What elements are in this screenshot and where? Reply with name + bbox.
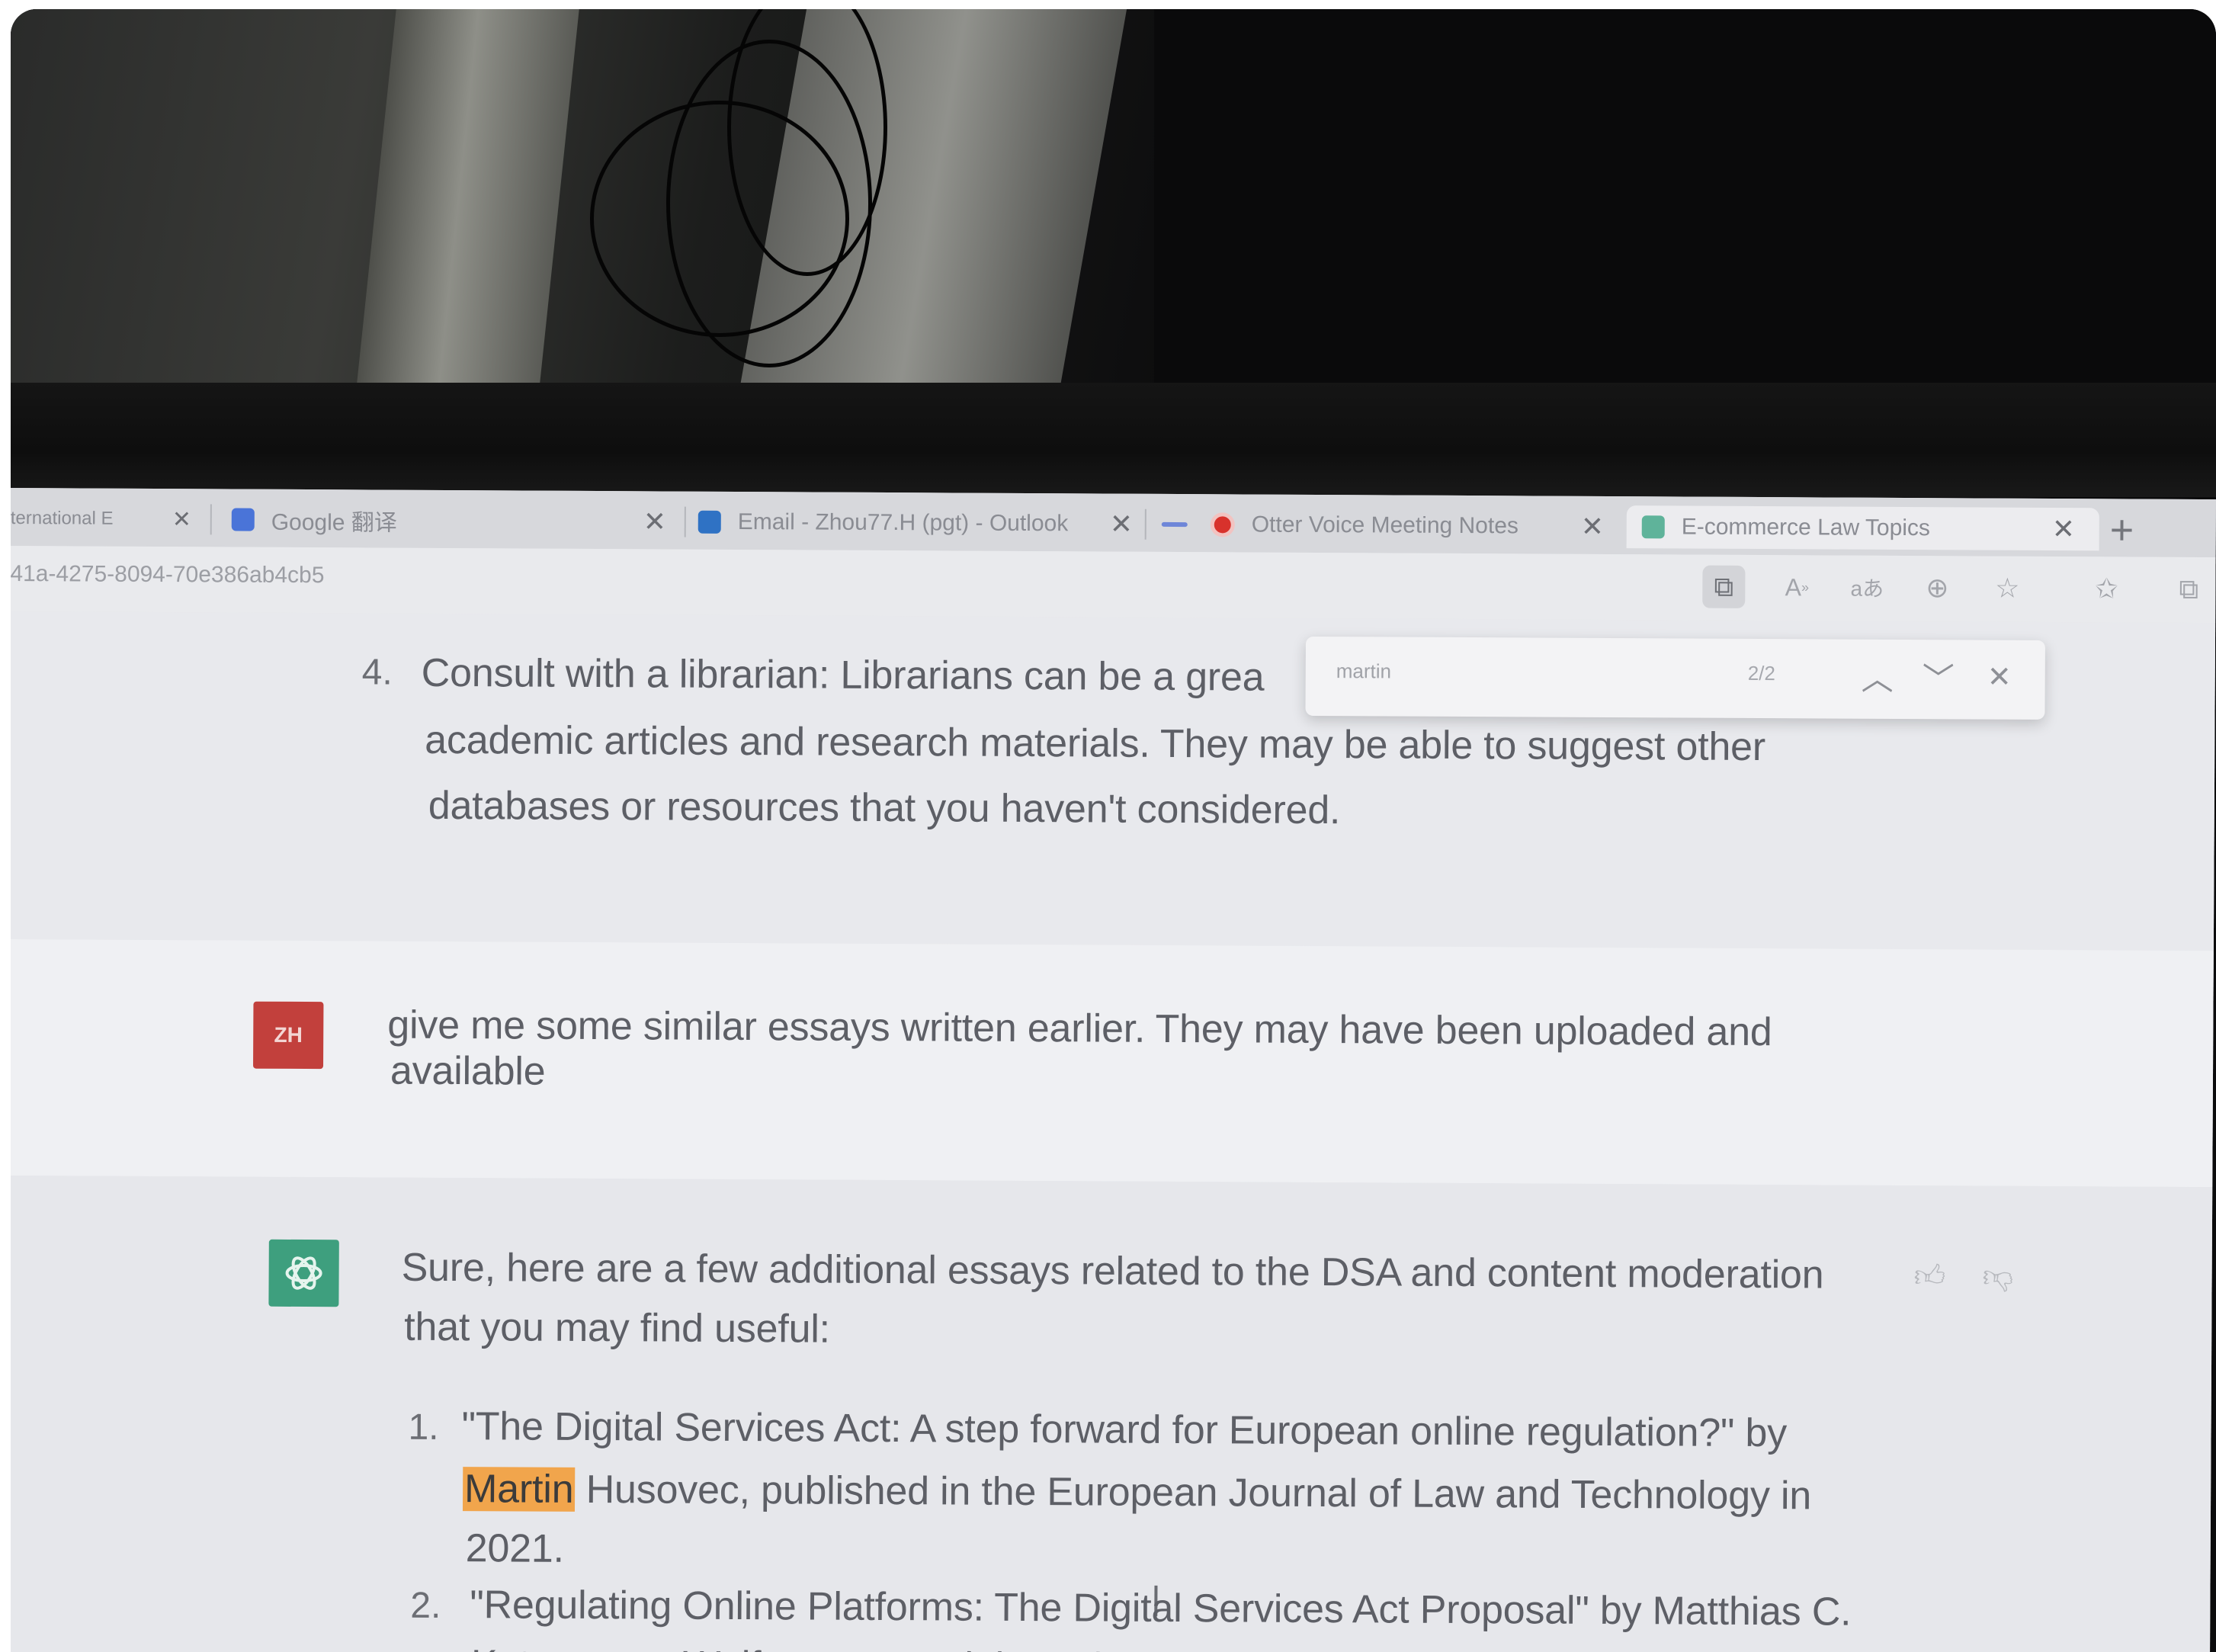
address-bar: 41a-4275-8094-70e386ab4cb5 ⧉ A» aあ ⊕ ☆ ✩… (11, 545, 2216, 624)
cable (590, 101, 849, 337)
user-avatar: ZH (253, 1001, 324, 1070)
list-item-text: "The Digital Services Act: A step forwar… (461, 1404, 1788, 1456)
tab-ecommerce-law[interactable]: E-commerce Law Topics ✕ (1626, 505, 2099, 551)
tab-close-button[interactable]: ✕ (1581, 511, 1604, 543)
list-item-text: Consult with a librarian: Librarians can… (421, 650, 1265, 700)
favorites-icon[interactable]: ✩ (2085, 567, 2128, 610)
chatgpt-icon (1641, 515, 1665, 539)
tab-label: Otter Voice Meeting Notes (1251, 512, 1519, 539)
chatgpt-logo-icon (268, 1239, 339, 1307)
list-item-text: 2021. (465, 1526, 565, 1571)
translate-icon[interactable]: aあ (1846, 566, 1888, 609)
tab-close-button[interactable]: ✕ (172, 506, 191, 533)
list-number: 4. (361, 652, 393, 693)
tab-close-button[interactable]: ✕ (1110, 508, 1133, 541)
zoom-icon[interactable]: ⊕ (1916, 566, 1958, 609)
tab-international[interactable]: ternational E ✕ (11, 497, 209, 541)
list-number: 1. (408, 1407, 439, 1448)
user-message-text: give me some similar essays written earl… (387, 1002, 1772, 1055)
find-input[interactable]: martin (1336, 659, 1391, 683)
assistant-message-text: that you may find useful: (404, 1304, 831, 1352)
tab-separator (210, 504, 212, 535)
app-available-icon[interactable]: ⧉ (1702, 565, 1746, 608)
chat-content: 4. Consult with a librarian: Librarians … (11, 611, 2216, 1652)
user-message (11, 938, 2214, 1188)
tab-label: E-commerce Law Topics (1681, 514, 1931, 541)
sync-dash-icon (1161, 521, 1188, 528)
tab-google-translate[interactable]: Google 翻译 ✕ (231, 499, 681, 544)
otter-record-icon (1210, 512, 1235, 537)
list-item-text-rest: Husovec, published in the European Journ… (575, 1467, 1812, 1519)
translate-icon (231, 508, 255, 531)
tab-separator (684, 506, 686, 537)
list-item-text: databases or resources that you haven't … (428, 783, 1341, 833)
tab-close-button[interactable]: ✕ (643, 505, 666, 537)
user-message-text: available (390, 1048, 546, 1094)
find-close-button[interactable]: ✕ (1977, 654, 2022, 700)
find-match-count: 2/2 (1747, 661, 1775, 685)
tab-otter[interactable]: Otter Voice Meeting Notes ✕ (1161, 503, 1611, 548)
photo-frame: ternational E ✕ Google 翻译 ✕ Email - Zhou… (11, 9, 2216, 1652)
collections-icon[interactable]: ⧉ (2167, 568, 2210, 611)
thumbs-up-icon[interactable]: 👍︎ (1913, 1258, 1946, 1294)
tab-close-button[interactable]: ✕ (2052, 513, 2075, 545)
tab-label: Google 翻译 (271, 509, 397, 536)
list-item-text: "Regulating Online Platforms: The Digita… (470, 1583, 1852, 1634)
list-number: 2. (410, 1585, 441, 1626)
tab-separator (1144, 508, 1146, 540)
list-item-text: academic articles and research materials… (425, 717, 1766, 770)
assistant-message-text: Sure, here are a few additional essays r… (401, 1245, 1824, 1298)
list-item-text: Martin Husovec, published in the Europea… (462, 1466, 1812, 1519)
find-match-highlight: Martin (462, 1467, 576, 1512)
add-favorite-icon[interactable]: ☆ (1986, 567, 2028, 610)
find-in-page-bar: martin 2/2 ︿ ﹀ ✕ (1305, 636, 2045, 720)
tab-outlook[interactable]: Email - Zhou77.H (pgt) - Outlook ✕ (698, 501, 1140, 546)
read-aloud-icon[interactable]: A» (1775, 566, 1818, 608)
browser-screen: ternational E ✕ Google 翻译 ✕ Email - Zhou… (11, 488, 2216, 1652)
new-tab-button[interactable]: + (2110, 506, 2134, 553)
find-previous-button[interactable]: ︿ (1855, 653, 1900, 699)
outlook-icon (698, 510, 721, 534)
tab-label: ternational E (11, 507, 114, 529)
tab-label: Email - Zhou77.H (pgt) - Outlook (737, 508, 1069, 537)
monitor-bezel (11, 383, 2216, 497)
url-field[interactable]: 41a-4275-8094-70e386ab4cb5 (11, 561, 325, 589)
find-next-button[interactable]: ﹀ (1916, 653, 1961, 699)
thumbs-down-icon[interactable]: 👎︎ (1982, 1259, 2014, 1295)
